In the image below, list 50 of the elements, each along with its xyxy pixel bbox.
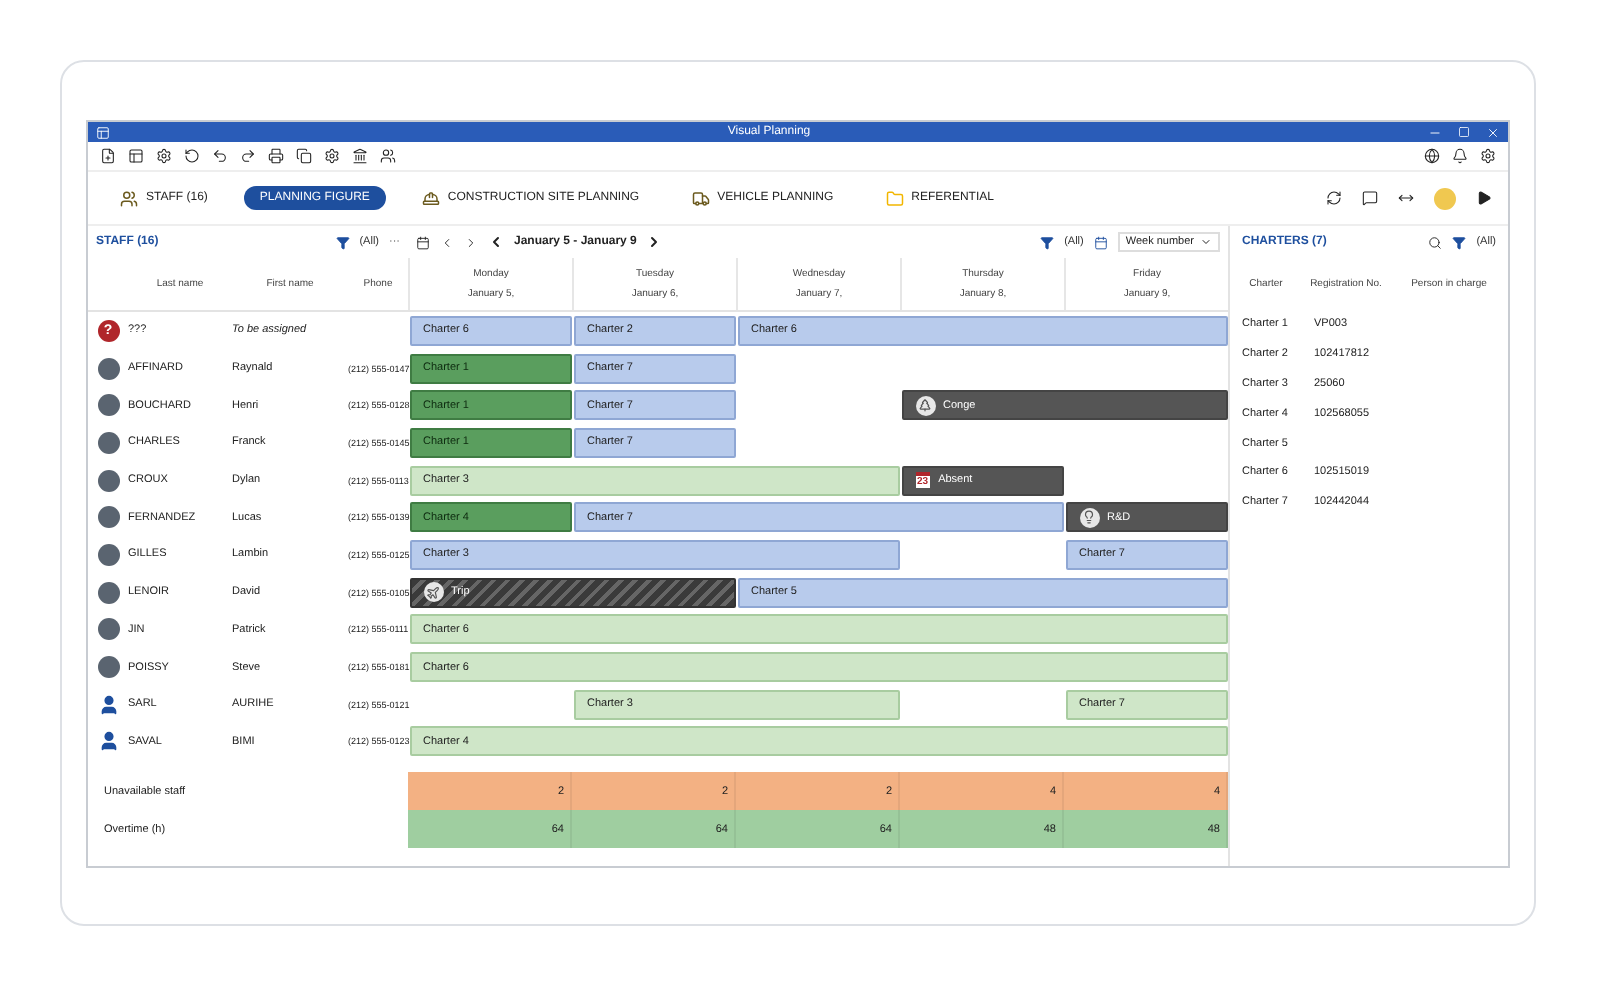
chat-icon[interactable] — [1362, 190, 1378, 206]
filter-icon[interactable] — [1040, 235, 1055, 249]
truck-icon — [691, 189, 710, 207]
globe-icon[interactable] — [1424, 148, 1440, 164]
resize-icon[interactable] — [1398, 190, 1414, 206]
bell-icon[interactable] — [1452, 148, 1468, 164]
person-icon — [97, 730, 119, 753]
refresh-icon[interactable] — [1326, 190, 1342, 206]
calendar-icon[interactable] — [1093, 235, 1108, 249]
folder-icon — [885, 189, 904, 207]
worker-icon — [421, 189, 440, 207]
filter-icon[interactable] — [1452, 235, 1467, 249]
caret-icon — [1200, 236, 1212, 248]
print-icon[interactable] — [268, 148, 284, 164]
filter-icon[interactable] — [335, 235, 350, 249]
avatar-placeholder — [97, 543, 119, 566]
people-icon[interactable] — [380, 148, 396, 164]
calendar-icon[interactable] — [416, 235, 430, 249]
search-icon[interactable] — [1428, 235, 1443, 249]
avatar-placeholder — [97, 506, 119, 529]
maximize-icon[interactable] — [1457, 125, 1470, 137]
avatar-placeholder — [97, 656, 119, 679]
avatar-placeholder — [97, 394, 119, 417]
new-file-icon[interactable] — [100, 148, 116, 164]
gear-icon[interactable] — [324, 148, 340, 164]
next-week-icon[interactable] — [646, 234, 663, 250]
lightbulb-icon — [1079, 507, 1099, 528]
undo-icon[interactable] — [212, 148, 228, 164]
avatar-placeholder — [97, 618, 119, 641]
avatar-placeholder — [97, 357, 119, 380]
refresh-icon[interactable] — [184, 148, 200, 164]
close-icon[interactable] — [1485, 125, 1500, 139]
tree-icon — [915, 395, 935, 416]
settings-icon[interactable] — [1480, 148, 1496, 164]
building-icon[interactable] — [352, 148, 368, 164]
person-icon — [97, 693, 119, 716]
redo-icon[interactable] — [240, 148, 256, 164]
next-icon[interactable] — [464, 235, 478, 249]
people-icon — [120, 189, 138, 207]
app-icon[interactable] — [96, 125, 110, 139]
avatar-placeholder — [97, 431, 119, 454]
gear-icon[interactable] — [156, 148, 172, 164]
avatar-placeholder — [97, 469, 119, 492]
previous-icon[interactable] — [440, 235, 454, 249]
previous-week-icon[interactable] — [488, 234, 504, 250]
avatar-placeholder — [97, 581, 119, 604]
play-icon[interactable] — [1476, 190, 1492, 206]
plane-icon — [423, 582, 443, 603]
layout-icon[interactable] — [128, 148, 144, 164]
copy-icon[interactable] — [296, 148, 312, 164]
